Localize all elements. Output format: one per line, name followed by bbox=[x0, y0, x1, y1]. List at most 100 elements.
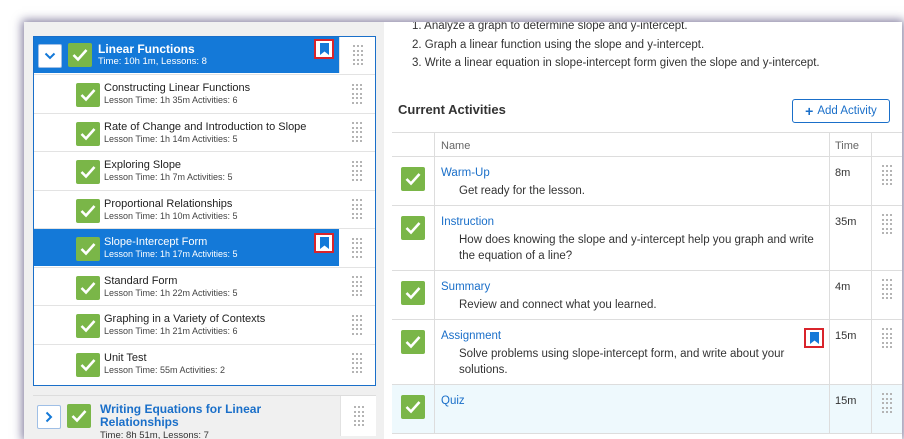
activity-complete-checkbox[interactable] bbox=[401, 167, 425, 191]
activity-drag-handle[interactable] bbox=[872, 206, 902, 270]
lesson-drag-handle[interactable] bbox=[339, 268, 375, 305]
drag-grip-icon bbox=[352, 314, 362, 335]
unit-drag-handle[interactable] bbox=[339, 37, 375, 73]
drag-grip-icon bbox=[882, 393, 892, 413]
lesson-meta: Lesson Time: 1h 7m Activities: 5 bbox=[104, 172, 233, 182]
lesson-drag-handle[interactable] bbox=[339, 75, 375, 112]
activity-drag-handle[interactable] bbox=[872, 157, 902, 205]
bookmark-icon bbox=[809, 332, 819, 344]
check-icon bbox=[405, 222, 421, 235]
lesson-item[interactable]: Rate of Change and Introduction to Slope… bbox=[34, 112, 375, 151]
drag-grip-icon bbox=[882, 165, 892, 185]
lesson-title[interactable]: Rate of Change and Introduction to Slope bbox=[104, 121, 306, 133]
add-activity-label: Add Activity bbox=[817, 105, 877, 117]
lesson-drag-handle[interactable] bbox=[339, 306, 375, 343]
current-activities-heading: Current Activities bbox=[398, 102, 506, 117]
table-header: Name Time bbox=[392, 132, 902, 157]
activity-row[interactable]: Warm-Up Get ready for the lesson. 8m bbox=[392, 157, 902, 206]
activity-complete-checkbox[interactable] bbox=[401, 281, 425, 305]
activity-complete-checkbox[interactable] bbox=[401, 395, 425, 419]
lesson-item[interactable]: Unit Test Lesson Time: 55m Activities: 2 bbox=[34, 343, 375, 382]
lesson-title[interactable]: Proportional Relationships bbox=[104, 198, 232, 210]
next-unit-title[interactable]: Writing Equations for Linear Relationshi… bbox=[100, 403, 300, 429]
activity-name-link[interactable]: Quiz bbox=[441, 395, 465, 407]
activity-row[interactable]: Quiz 15m bbox=[392, 385, 902, 434]
unit-complete-checkbox[interactable] bbox=[68, 43, 92, 67]
unit-bookmark-button[interactable] bbox=[314, 39, 334, 59]
lesson-complete-checkbox[interactable] bbox=[76, 275, 100, 300]
drag-grip-icon bbox=[882, 214, 892, 234]
lesson-drag-handle[interactable] bbox=[339, 229, 375, 266]
lesson-title[interactable]: Graphing in a Variety of Contexts bbox=[104, 313, 265, 325]
add-activity-button[interactable]: + Add Activity bbox=[792, 99, 890, 123]
lesson-item[interactable]: Proportional Relationships Lesson Time: 1… bbox=[34, 189, 375, 228]
lesson-title[interactable]: Slope-Intercept Form bbox=[104, 236, 207, 248]
activity-name-link[interactable]: Warm-Up bbox=[441, 167, 490, 179]
lesson-objectives: 1. Analyze a graph to determine slope an… bbox=[412, 22, 820, 76]
next-unit-card[interactable]: Writing Equations for Linear Relationshi… bbox=[33, 395, 376, 439]
lesson-item[interactable]: Exploring Slope Lesson Time: 1h 7m Activi… bbox=[34, 151, 375, 189]
activity-drag-handle[interactable] bbox=[872, 271, 902, 319]
check-icon bbox=[405, 336, 421, 349]
lesson-complete-checkbox[interactable] bbox=[76, 160, 100, 184]
activity-name-link[interactable]: Assignment bbox=[441, 330, 501, 342]
lesson-item[interactable]: Constructing Linear Functions Lesson Time… bbox=[34, 74, 375, 112]
drag-grip-icon bbox=[352, 45, 363, 65]
lesson-detail-panel: 1. Analyze a graph to determine slope an… bbox=[392, 22, 902, 439]
lesson-title[interactable]: Constructing Linear Functions bbox=[104, 82, 250, 94]
activity-bookmark-button[interactable] bbox=[804, 328, 824, 348]
unit-header[interactable]: Linear Functions Time: 10h 1m, Lessons: … bbox=[34, 37, 375, 73]
collapse-unit-button[interactable] bbox=[38, 44, 62, 68]
lesson-meta: Lesson Time: 1h 35m Activities: 6 bbox=[104, 95, 238, 105]
lesson-bookmark-button[interactable] bbox=[314, 233, 334, 253]
lesson-complete-checkbox[interactable] bbox=[76, 237, 100, 261]
check-icon bbox=[80, 320, 96, 333]
check-icon bbox=[80, 358, 96, 371]
unit-card: Linear Functions Time: 10h 1m, Lessons: … bbox=[33, 36, 376, 386]
lesson-drag-handle[interactable] bbox=[339, 152, 375, 189]
activity-row[interactable]: Assignment Solve problems using slope-int… bbox=[392, 320, 902, 385]
next-unit-checkbox[interactable] bbox=[67, 404, 91, 428]
column-divider bbox=[434, 206, 435, 270]
lesson-title[interactable]: Unit Test bbox=[104, 352, 147, 364]
lesson-drag-handle[interactable] bbox=[339, 114, 375, 151]
activity-drag-handle[interactable] bbox=[872, 385, 902, 433]
column-divider bbox=[829, 385, 830, 433]
lesson-drag-handle[interactable] bbox=[339, 345, 375, 382]
activity-name-link[interactable]: Summary bbox=[441, 281, 490, 293]
activity-description: Get ready for the lesson. bbox=[459, 185, 585, 197]
lesson-item[interactable]: Slope-Intercept Form Lesson Time: 1h 17m … bbox=[34, 228, 375, 266]
check-icon bbox=[405, 287, 421, 300]
lesson-complete-checkbox[interactable] bbox=[76, 121, 100, 146]
lesson-meta: Lesson Time: 1h 14m Activities: 5 bbox=[104, 133, 238, 144]
column-divider bbox=[829, 271, 830, 319]
column-divider bbox=[829, 320, 830, 384]
lesson-item[interactable]: Standard Form Lesson Time: 1h 22m Activit… bbox=[34, 266, 375, 305]
lesson-meta: Lesson Time: 55m Activities: 2 bbox=[104, 364, 226, 375]
activity-time: 15m bbox=[835, 330, 857, 342]
activity-complete-checkbox[interactable] bbox=[401, 330, 425, 354]
lesson-item[interactable]: Graphing in a Variety of Contexts Lesson … bbox=[34, 305, 375, 343]
activity-row[interactable]: Summary Review and connect what you learn… bbox=[392, 271, 902, 320]
column-divider bbox=[434, 320, 435, 384]
lesson-complete-checkbox[interactable] bbox=[76, 198, 100, 223]
activity-complete-checkbox[interactable] bbox=[401, 216, 425, 240]
lesson-meta: Lesson Time: 1h 17m Activities: 5 bbox=[104, 249, 238, 259]
lesson-complete-checkbox[interactable] bbox=[76, 83, 100, 107]
lesson-complete-checkbox[interactable] bbox=[76, 352, 100, 377]
activity-drag-handle[interactable] bbox=[872, 320, 902, 384]
chevron-right-icon bbox=[45, 411, 53, 423]
lesson-drag-handle[interactable] bbox=[339, 191, 375, 228]
lesson-title[interactable]: Exploring Slope bbox=[104, 159, 181, 171]
activity-name-link[interactable]: Instruction bbox=[441, 216, 494, 228]
column-header-name: Name bbox=[441, 140, 471, 152]
check-icon bbox=[72, 49, 88, 62]
objective-item: 3. Write a linear equation in slope-inte… bbox=[412, 57, 820, 69]
expand-unit-button[interactable] bbox=[37, 405, 61, 429]
check-icon bbox=[405, 401, 421, 414]
lesson-complete-checkbox[interactable] bbox=[76, 314, 100, 338]
activity-row[interactable]: Instruction How does knowing the slope an… bbox=[392, 206, 902, 271]
lesson-title[interactable]: Standard Form bbox=[104, 275, 177, 287]
drag-grip-icon bbox=[352, 353, 362, 373]
next-unit-drag-handle[interactable] bbox=[340, 396, 376, 436]
